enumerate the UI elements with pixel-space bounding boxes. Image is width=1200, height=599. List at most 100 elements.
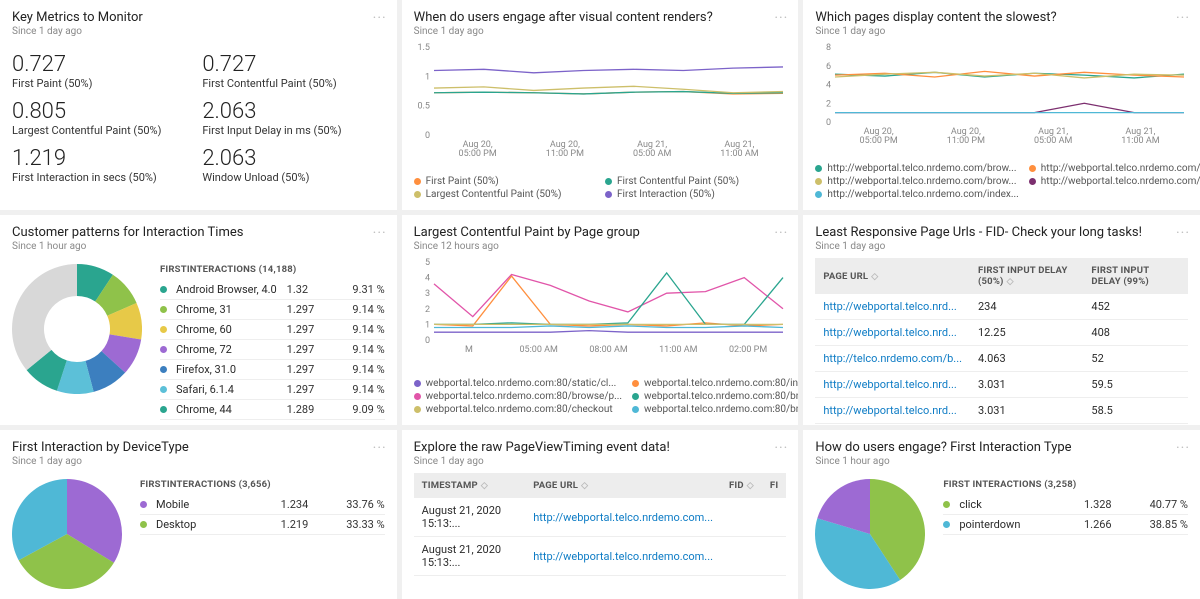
fid50: 234 [970,294,1083,320]
svg-text:02:00 PM: 02:00 PM [729,345,767,355]
legend-title: FIRSTINTERACTIONS (3,656) [140,479,385,490]
row-label: Mobile [156,498,275,511]
legend-title: FIRST INTERACTIONS (3,258) [943,479,1188,490]
row-value: 1.297 [287,343,333,356]
row-value: 1.289 [287,403,333,416]
svg-text:05:00 AM: 05:00 AM [1034,136,1073,146]
card-title: Largest Contentful Paint by Page group [414,225,787,240]
more-icon[interactable]: ··· [774,225,788,241]
col-timestamp[interactable]: TIMESTAMP◇ [414,473,526,498]
sort-icon[interactable]: ◇ [1007,277,1014,287]
row-label: Chrome, 72 [176,343,281,356]
table-row: Safari, 6.1.41.2979.14 % [160,380,385,400]
table-row: http://webportal.telco.nrd... 3.031 59.5 [815,372,1188,398]
card-explore: ··· Explore the raw PageViewTiming event… [402,430,799,599]
svg-text:11:00 PM: 11:00 PM [545,149,583,159]
col-page-url[interactable]: PAGE URL◇ [815,258,970,294]
legend-table: FIRSTINTERACTIONS (14,188) Android Brows… [160,264,385,420]
metric: 1.219First Interaction in secs (50%) [12,147,194,184]
table-row: Desktop1.21933.33 % [140,515,385,535]
more-icon[interactable]: ··· [373,10,387,26]
more-icon[interactable]: ··· [373,225,387,241]
row-pct: 9.31 % [339,283,385,296]
row-pct: 33.76 % [333,498,385,511]
svg-text:6: 6 [826,62,831,72]
table-row: August 21, 2020 15:13:... http://webport… [414,537,787,576]
table-row: http://webportal.telco.nrd... 3.031 58.5 [815,398,1188,424]
timestamp: August 21, 2020 15:13:... [414,537,526,576]
legend-item: http://webportal.telco.nrdemo.com/brow..… [815,163,1018,174]
card-slowest: ··· Which pages display content the slow… [803,0,1200,210]
card-engage-type: ··· How do users engage? First Interacti… [803,430,1200,599]
dashboard-grid: ··· Key Metrics to Monitor Since 1 day a… [0,0,1200,599]
line-chart[interactable]: 00.511.5Aug 20,05:00 PMAug 20,11:00 PMAu… [414,43,787,170]
sort-icon[interactable]: ◇ [581,481,588,491]
metric: 2.063Window Unload (50%) [202,147,384,184]
row-pct: 9.14 % [339,363,385,376]
card-title: Which pages display content the slowest? [815,10,1188,25]
page-url-link[interactable]: http://webportal.telco.nrdemo.com... [533,550,713,563]
page-url-link[interactable]: http://webportal.telco.nrdemo.com... [533,511,713,524]
row-label: Chrome, 60 [176,323,281,336]
sort-icon[interactable]: ◇ [481,481,488,491]
sort-icon[interactable]: ◇ [871,272,878,282]
card-title: First Interaction by DeviceType [12,440,385,455]
chart-legend: http://webportal.telco.nrdemo.com/brow..… [815,163,1188,200]
card-key-metrics: ··· Key Metrics to Monitor Since 1 day a… [0,0,397,210]
svg-text:M: M [465,345,473,355]
data-table: TIMESTAMP◇ PAGE URL◇ FID◇ FI August 21, … [414,473,787,576]
col-fid50[interactable]: FIRST INPUT DELAY (50%)◇ [970,258,1083,294]
metric-value: 0.727 [202,53,384,76]
more-icon[interactable]: ··· [1176,225,1190,241]
fid99: 58.5 [1083,398,1188,424]
col-fi[interactable]: FI [762,473,786,498]
more-icon[interactable]: ··· [1176,440,1190,456]
sort-icon[interactable]: ◇ [747,481,754,491]
row-value: 1.297 [287,363,333,376]
legend-table: FIRSTINTERACTIONS (3,656) Mobile1.23433.… [140,479,385,535]
table-row: http://webportal.telco.nrd... 234 452 [815,294,1188,320]
row-label: Desktop [156,518,275,531]
donut-chart[interactable] [12,264,142,394]
metric-label: First Input Delay in ms (50%) [202,124,384,137]
donut-chart[interactable] [815,479,925,589]
page-url-link[interactable]: http://webportal.telco.nrd... [823,404,957,417]
row-value: 1.219 [281,518,327,531]
fid99: 52 [1083,346,1188,372]
svg-text:0.5: 0.5 [417,102,430,112]
more-icon[interactable]: ··· [373,440,387,456]
svg-text:0: 0 [826,118,831,128]
card-title: When do users engage after visual conten… [414,10,787,25]
card-title: Customer patterns for Interaction Times [12,225,385,240]
page-url-link[interactable]: http://telco.nrdemo.com/b... [823,352,962,365]
fid99: 452 [1083,294,1188,320]
fid99: 61 [1083,424,1188,426]
col-page-url[interactable]: PAGE URL◇ [525,473,721,498]
metric-value: 2.063 [202,100,384,123]
metric-label: Largest Contentful Paint (50%) [12,124,194,137]
row-label: click [959,498,1078,511]
col-fid99[interactable]: FIRST INPUT DELAY (99%) [1083,258,1188,294]
legend-item: webportal.telco.nrdemo.com:80/browse/p..… [414,391,622,402]
legend-item: webportal.telco.nrdemo.com:80/index.html [632,378,798,389]
more-icon[interactable]: ··· [1176,10,1190,26]
row-label: Chrome, 31 [176,303,281,316]
row-pct: 9.14 % [339,343,385,356]
page-url-link[interactable]: http://webportal.telco.nrd... [823,300,957,313]
legend-item: First Interaction (50%) [605,189,786,200]
page-url-link[interactable]: http://webportal.telco.nrd... [823,326,957,339]
col-fid[interactable]: FID◇ [721,473,762,498]
line-chart[interactable]: 02468Aug 20,05:00 PMAug 20,11:00 PMAug 2… [815,43,1188,157]
donut-chart[interactable] [12,479,122,589]
page-url-link[interactable]: http://webportal.telco.nrd... [823,378,957,391]
row-pct: 38.85 % [1136,518,1188,531]
table-row: August 21, 2020 15:13:... http://webport… [414,498,787,537]
more-icon[interactable]: ··· [774,440,788,456]
more-icon[interactable]: ··· [774,10,788,26]
row-pct: 9.14 % [339,303,385,316]
card-title: How do users engage? First Interaction T… [815,440,1188,455]
card-title: Least Responsive Page Urls - FID- Check … [815,225,1188,240]
data-table: PAGE URL◇ FIRST INPUT DELAY (50%)◇ FIRST… [815,258,1188,425]
line-chart[interactable]: 012345M05:00 AM08:00 AM11:00 AM02:00 PM [414,258,787,372]
card-subtitle: Since 1 day ago [815,241,1188,252]
